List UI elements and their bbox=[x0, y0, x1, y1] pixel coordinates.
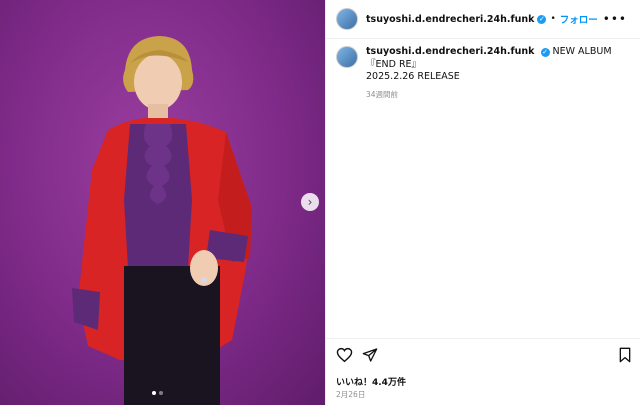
bookmark-icon[interactable] bbox=[618, 347, 632, 363]
chevron-right-icon[interactable]: › bbox=[301, 193, 319, 211]
post-image[interactable]: › bbox=[0, 0, 325, 405]
verified-badge-icon: ✓ bbox=[537, 14, 547, 24]
separator-dot: • bbox=[550, 14, 556, 24]
verified-badge-icon: ✓ bbox=[540, 48, 550, 57]
caption-avatar[interactable] bbox=[336, 46, 358, 68]
follow-button[interactable]: フォロー bbox=[560, 12, 598, 26]
post-header: tsuyoshi.d.endrecheri.24h.funk ✓ • フォロー … bbox=[326, 0, 640, 39]
divider bbox=[326, 338, 640, 339]
carousel-dot-active bbox=[152, 391, 156, 395]
person-photo bbox=[72, 36, 252, 405]
username[interactable]: tsuyoshi.d.endrecheri.24h.funk bbox=[366, 14, 534, 25]
post-caption: tsuyoshi.d.endrecheri.24h.funk ✓ NEW ALB… bbox=[336, 46, 612, 101]
action-bar bbox=[336, 347, 632, 365]
more-options-icon[interactable]: ••• bbox=[603, 12, 627, 26]
send-icon[interactable] bbox=[362, 347, 378, 363]
caption-line-1: NEW ALBUM bbox=[552, 46, 612, 57]
caption-timestamp: 34週間前 bbox=[366, 89, 399, 99]
caption-body: tsuyoshi.d.endrecheri.24h.funk ✓ NEW ALB… bbox=[366, 46, 612, 101]
carousel-dot bbox=[159, 391, 163, 395]
caption-line-3: 2025.2.26 RELEASE bbox=[366, 71, 460, 82]
heart-icon[interactable] bbox=[336, 347, 353, 363]
post-date: 2月26日 bbox=[336, 390, 366, 399]
avatar[interactable] bbox=[336, 8, 358, 30]
like-count[interactable]: いいね！4.4万件 bbox=[336, 375, 406, 388]
caption-line-2: 『END RE』 bbox=[366, 58, 422, 70]
carousel-indicator bbox=[152, 391, 163, 395]
caption-username[interactable]: tsuyoshi.d.endrecheri.24h.funk bbox=[366, 46, 534, 57]
post-side-panel: tsuyoshi.d.endrecheri.24h.funk ✓ • フォロー … bbox=[325, 0, 640, 405]
